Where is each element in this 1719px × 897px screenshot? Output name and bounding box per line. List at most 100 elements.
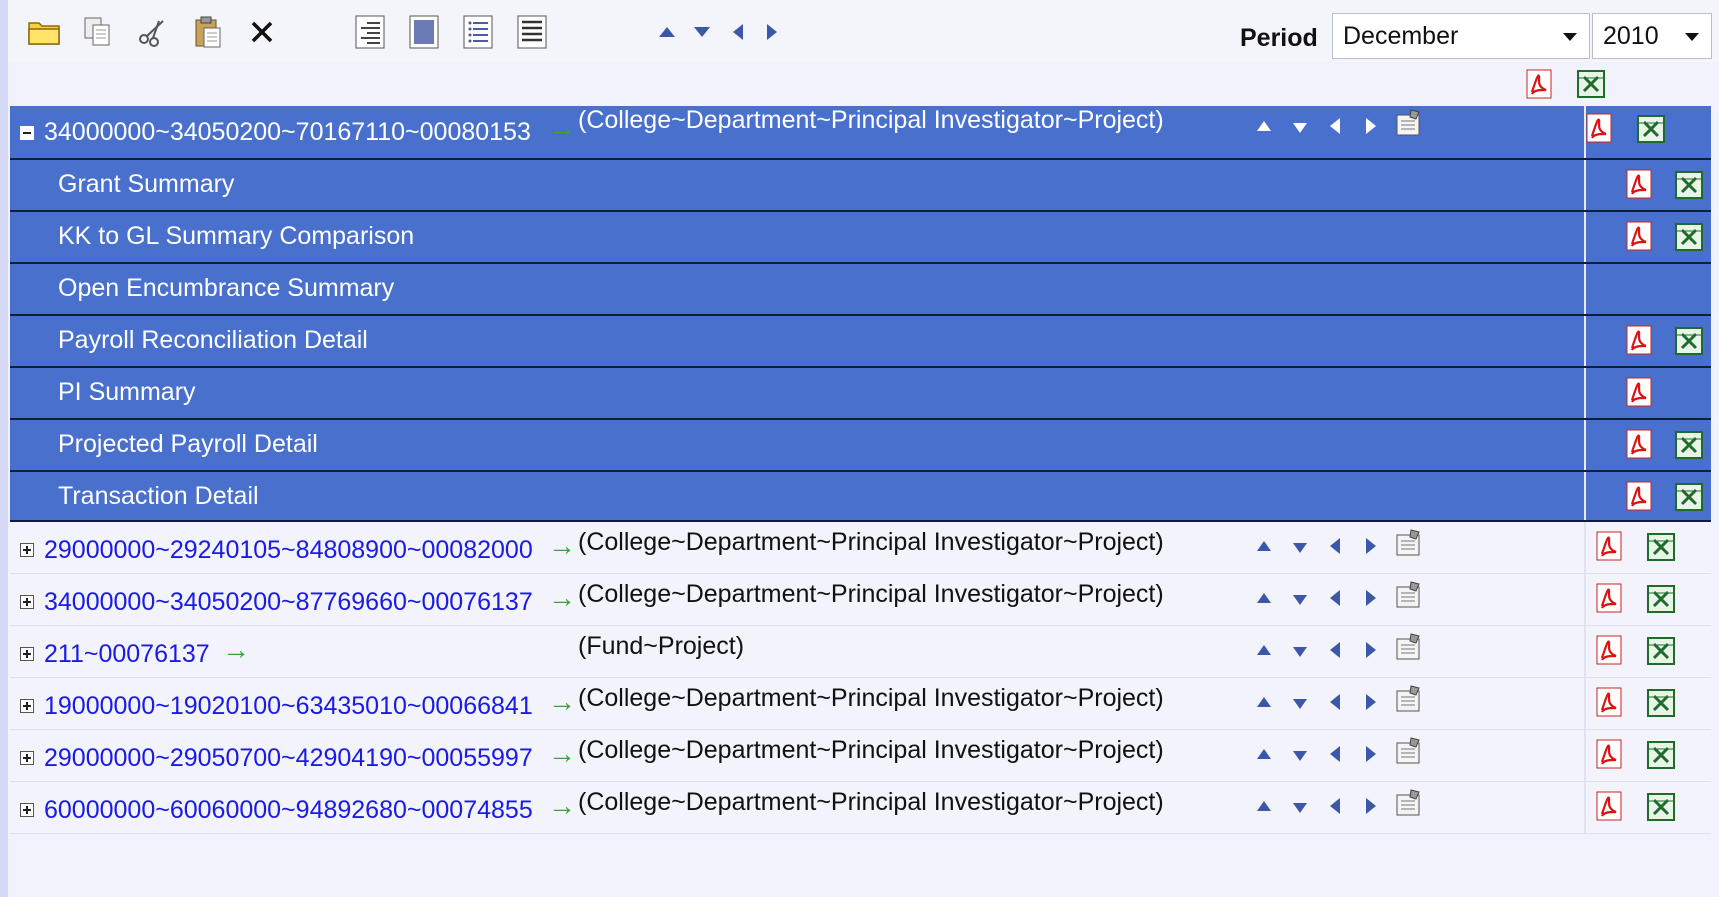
align-right-icon[interactable]: [350, 12, 390, 52]
properties-icon[interactable]: [1394, 580, 1424, 610]
move-down-icon[interactable]: [1290, 538, 1310, 558]
report-label[interactable]: Payroll Reconciliation Detail: [58, 326, 368, 355]
row-code[interactable]: 29000000~29240105~84808900~00082000: [44, 536, 533, 565]
move-right-icon[interactable]: [1361, 692, 1381, 712]
excel-icon[interactable]: [1674, 482, 1704, 512]
move-up-icon[interactable]: [1254, 536, 1274, 556]
report-label[interactable]: Open Encumbrance Summary: [58, 274, 394, 303]
pdf-icon[interactable]: [1594, 790, 1624, 822]
pdf-icon[interactable]: [1524, 68, 1554, 100]
pdf-icon[interactable]: [1594, 738, 1624, 770]
arrow-right-icon[interactable]: →: [548, 530, 576, 562]
properties-icon[interactable]: [1394, 788, 1424, 818]
report-label[interactable]: KK to GL Summary Comparison: [58, 222, 414, 251]
excel-icon[interactable]: [1646, 792, 1676, 822]
move-right-icon[interactable]: [1361, 744, 1381, 764]
tree-row[interactable]: 19000000~19020100~63435010~00066841 → (C…: [10, 678, 1711, 730]
move-down-icon[interactable]: [1290, 590, 1310, 610]
excel-icon[interactable]: [1646, 584, 1676, 614]
move-right-icon[interactable]: [1361, 588, 1381, 608]
move-up-icon[interactable]: [655, 20, 679, 44]
excel-icon[interactable]: [1646, 532, 1676, 562]
arrow-right-icon[interactable]: →: [548, 790, 576, 822]
pdf-icon[interactable]: [1624, 428, 1654, 460]
move-right-icon[interactable]: [1361, 116, 1381, 136]
move-right-icon[interactable]: [1361, 796, 1381, 816]
excel-icon[interactable]: [1646, 636, 1676, 666]
report-label[interactable]: Transaction Detail: [58, 482, 259, 511]
report-row[interactable]: PI Summary: [10, 366, 1711, 418]
cut-icon[interactable]: [132, 12, 172, 52]
justify-icon[interactable]: [404, 12, 444, 52]
paste-icon[interactable]: [188, 12, 228, 52]
list-icon[interactable]: [458, 12, 498, 52]
excel-icon[interactable]: [1674, 326, 1704, 356]
move-down-icon[interactable]: [1290, 798, 1310, 818]
period-year-select[interactable]: 2010: [1592, 13, 1712, 59]
align-left-icon[interactable]: [512, 12, 552, 52]
pdf-icon[interactable]: [1624, 480, 1654, 512]
copy-icon[interactable]: [78, 12, 118, 52]
move-up-icon[interactable]: [1254, 588, 1274, 608]
excel-icon[interactable]: [1674, 222, 1704, 252]
row-code[interactable]: 60000000~60060000~94892680~00074855: [44, 796, 533, 825]
move-up-icon[interactable]: [1254, 116, 1274, 136]
move-down-icon[interactable]: [1290, 694, 1310, 714]
move-left-icon[interactable]: [1325, 116, 1345, 136]
report-label[interactable]: PI Summary: [58, 378, 196, 407]
pdf-icon[interactable]: [1584, 112, 1614, 144]
report-row[interactable]: Transaction Detail: [10, 470, 1711, 522]
collapse-icon[interactable]: [20, 126, 34, 140]
pdf-icon[interactable]: [1594, 686, 1624, 718]
properties-icon[interactable]: [1394, 684, 1424, 714]
expand-icon[interactable]: [20, 699, 34, 713]
move-down-icon[interactable]: [690, 20, 714, 44]
pdf-icon[interactable]: [1594, 530, 1624, 562]
move-left-icon[interactable]: [1325, 536, 1345, 556]
excel-icon[interactable]: [1636, 114, 1666, 144]
arrow-right-icon[interactable]: →: [548, 582, 576, 614]
move-left-icon[interactable]: [1325, 588, 1345, 608]
move-down-icon[interactable]: [1290, 642, 1310, 662]
move-left-icon[interactable]: [726, 20, 750, 44]
report-row[interactable]: Open Encumbrance Summary: [10, 262, 1711, 314]
excel-icon[interactable]: [1646, 740, 1676, 770]
expand-icon[interactable]: [20, 751, 34, 765]
row-code[interactable]: 34000000~34050200~87769660~00076137: [44, 588, 533, 617]
properties-icon[interactable]: [1394, 108, 1424, 138]
properties-icon[interactable]: [1394, 528, 1424, 558]
properties-icon[interactable]: [1394, 736, 1424, 766]
expand-icon[interactable]: [20, 595, 34, 609]
expand-icon[interactable]: [20, 803, 34, 817]
pdf-icon[interactable]: [1624, 376, 1654, 408]
move-down-icon[interactable]: [1290, 118, 1310, 138]
excel-icon[interactable]: [1646, 688, 1676, 718]
expand-icon[interactable]: [20, 647, 34, 661]
move-left-icon[interactable]: [1325, 692, 1345, 712]
tree-row[interactable]: 60000000~60060000~94892680~00074855 → (C…: [10, 782, 1711, 834]
row-code[interactable]: 211~00076137: [44, 640, 210, 669]
row-code[interactable]: 34000000~34050200~70167110~00080153: [44, 118, 531, 147]
move-left-icon[interactable]: [1325, 744, 1345, 764]
report-label[interactable]: Grant Summary: [58, 170, 234, 199]
arrow-right-icon[interactable]: →: [548, 738, 576, 770]
period-month-select[interactable]: December: [1332, 13, 1590, 59]
row-code[interactable]: 29000000~29050700~42904190~00055997: [44, 744, 533, 773]
tree-row[interactable]: 211~00076137 → (Fund~Project): [10, 626, 1711, 678]
move-left-icon[interactable]: [1325, 796, 1345, 816]
folder-icon[interactable]: [24, 12, 64, 52]
move-right-icon[interactable]: [760, 20, 784, 44]
row-code[interactable]: 19000000~19020100~63435010~00066841: [44, 692, 533, 721]
expand-icon[interactable]: [20, 543, 34, 557]
pdf-icon[interactable]: [1624, 220, 1654, 252]
excel-icon[interactable]: [1576, 69, 1606, 99]
move-up-icon[interactable]: [1254, 692, 1274, 712]
move-up-icon[interactable]: [1254, 796, 1274, 816]
move-up-icon[interactable]: [1254, 744, 1274, 764]
tree-row[interactable]: 34000000~34050200~87769660~00076137 → (C…: [10, 574, 1711, 626]
excel-icon[interactable]: [1674, 430, 1704, 460]
tree-row[interactable]: 29000000~29050700~42904190~00055997 → (C…: [10, 730, 1711, 782]
report-row[interactable]: Payroll Reconciliation Detail: [10, 314, 1711, 366]
pdf-icon[interactable]: [1594, 582, 1624, 614]
arrow-right-icon[interactable]: →: [548, 112, 576, 144]
